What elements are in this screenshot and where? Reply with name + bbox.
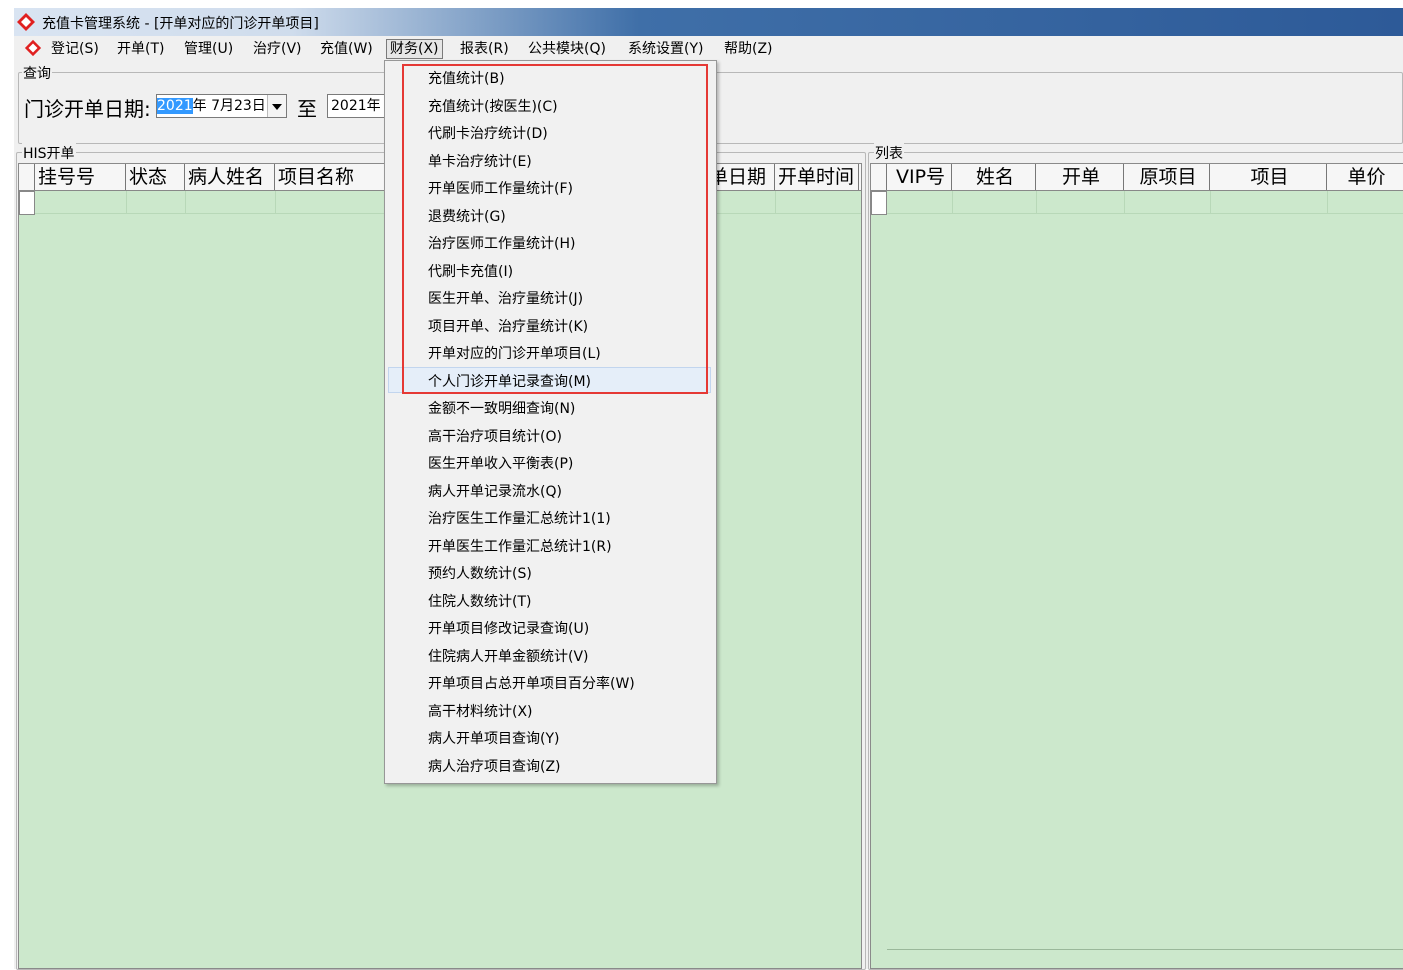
menu-treatment[interactable]: 治疗(V) bbox=[250, 40, 305, 58]
menu-management[interactable]: 管理(U) bbox=[181, 40, 236, 58]
menu-system-settings[interactable]: 系统设置(Y) bbox=[625, 40, 706, 58]
his-col-patient-name[interactable]: 病人姓名 bbox=[185, 164, 275, 190]
list-col-divider bbox=[1210, 191, 1211, 213]
start-date-year: 2021 bbox=[157, 98, 193, 114]
his-col-divider bbox=[185, 191, 186, 213]
list-group-label: 列表 bbox=[874, 143, 904, 163]
menu-item-doctor-billing-income-balance[interactable]: 医生开单收入平衡表(P) bbox=[428, 454, 573, 474]
end-date-picker[interactable]: 2021年 bbox=[327, 94, 392, 118]
list-row-indicator[interactable] bbox=[871, 191, 887, 215]
window-title: 充值卡管理系统 - [开单对应的门诊开单项目] bbox=[42, 16, 319, 32]
list-col-vip-no[interactable]: VIP号 bbox=[887, 164, 952, 190]
his-header-corner bbox=[19, 164, 35, 190]
menu-item-appointment-count[interactable]: 预约人数统计(S) bbox=[428, 564, 532, 584]
menu-item-inpatient-billing-amount[interactable]: 住院病人开单金额统计(V) bbox=[428, 647, 589, 667]
menu-reports[interactable]: 报表(R) bbox=[457, 40, 512, 58]
list-col-original-item[interactable]: 原项目 bbox=[1124, 164, 1210, 190]
menu-common-modules[interactable]: 公共模块(Q) bbox=[525, 40, 609, 58]
list-col-item[interactable]: 项目 bbox=[1210, 164, 1327, 190]
date-label: 门诊开单日期: bbox=[24, 97, 151, 121]
system-menu-icon[interactable] bbox=[24, 39, 42, 57]
menu-item-patient-billing-flow[interactable]: 病人开单记录流水(Q) bbox=[428, 482, 562, 502]
start-date-picker[interactable]: 2021年 7月23日 bbox=[156, 94, 287, 118]
his-row-indicator[interactable] bbox=[19, 191, 35, 215]
menu-recharge[interactable]: 充值(W) bbox=[317, 40, 376, 58]
his-col-divider bbox=[775, 191, 776, 213]
menu-item-senior-cadre-material-stats[interactable]: 高干材料统计(X) bbox=[428, 702, 533, 722]
list-footer-divider bbox=[887, 949, 1403, 950]
his-group-label: HIS开单 bbox=[22, 143, 76, 163]
list-row-divider bbox=[887, 213, 1403, 214]
app-logo-icon bbox=[17, 13, 35, 31]
list-grid[interactable]: VIP号 姓名 开单 原项目 项目 单价 bbox=[870, 163, 1403, 969]
list-grid-header: VIP号 姓名 开单 原项目 项目 单价 bbox=[871, 164, 1403, 191]
title-bar: 充值卡管理系统 - [开单对应的门诊开单项目] bbox=[14, 8, 1403, 36]
menu-register[interactable]: 登记(S) bbox=[48, 40, 102, 58]
menu-item-billing-doctor-summary[interactable]: 开单医生工作量汇总统计1(R) bbox=[428, 537, 612, 557]
menu-billing[interactable]: 开单(T) bbox=[114, 40, 167, 58]
his-col-bill-time[interactable]: 开单时间 bbox=[775, 164, 859, 190]
menu-item-patient-treatment-item-query[interactable]: 病人治疗项目查询(Z) bbox=[428, 757, 561, 777]
list-col-divider bbox=[1036, 191, 1037, 213]
his-col-status[interactable]: 状态 bbox=[126, 164, 185, 190]
menu-bar: 登记(S) 开单(T) 管理(U) 治疗(V) 充值(W) 财务(X) 报表(R… bbox=[14, 36, 1403, 63]
his-col-register-no[interactable]: 挂号号 bbox=[35, 164, 126, 190]
menu-item-billing-item-change-log[interactable]: 开单项目修改记录查询(U) bbox=[428, 619, 589, 639]
query-group-label: 查询 bbox=[22, 63, 52, 83]
to-label: 至 bbox=[297, 97, 317, 121]
menu-item-amount-mismatch-query[interactable]: 金额不一致明细查询(N) bbox=[428, 399, 575, 419]
start-date-dropdown-icon[interactable] bbox=[267, 95, 286, 117]
menu-item-billing-item-percentage[interactable]: 开单项目占总开单项目百分率(W) bbox=[428, 674, 635, 694]
list-col-divider bbox=[1327, 191, 1328, 213]
menu-help[interactable]: 帮助(Z) bbox=[721, 40, 776, 58]
start-date-rest: 年 7月23日 bbox=[192, 98, 266, 114]
list-col-bill[interactable]: 开单 bbox=[1036, 164, 1124, 190]
menu-item-senior-cadre-treatment-stats[interactable]: 高干治疗项目统计(O) bbox=[428, 427, 562, 447]
list-header-corner bbox=[871, 164, 887, 190]
his-col-divider bbox=[275, 191, 276, 213]
his-col-divider bbox=[126, 191, 127, 213]
menu-item-inpatient-count[interactable]: 住院人数统计(T) bbox=[428, 592, 531, 612]
highlight-annotation-box bbox=[402, 64, 708, 394]
list-col-name[interactable]: 姓名 bbox=[952, 164, 1036, 190]
list-col-divider bbox=[952, 191, 953, 213]
list-col-divider bbox=[1124, 191, 1125, 213]
menu-item-patient-billing-item-query[interactable]: 病人开单项目查询(Y) bbox=[428, 729, 559, 749]
menu-finance[interactable]: 财务(X) bbox=[386, 39, 443, 59]
menu-item-treating-doctor-summary[interactable]: 治疗医生工作量汇总统计1(1) bbox=[428, 509, 611, 529]
list-col-unit-price[interactable]: 单价 bbox=[1327, 164, 1403, 190]
